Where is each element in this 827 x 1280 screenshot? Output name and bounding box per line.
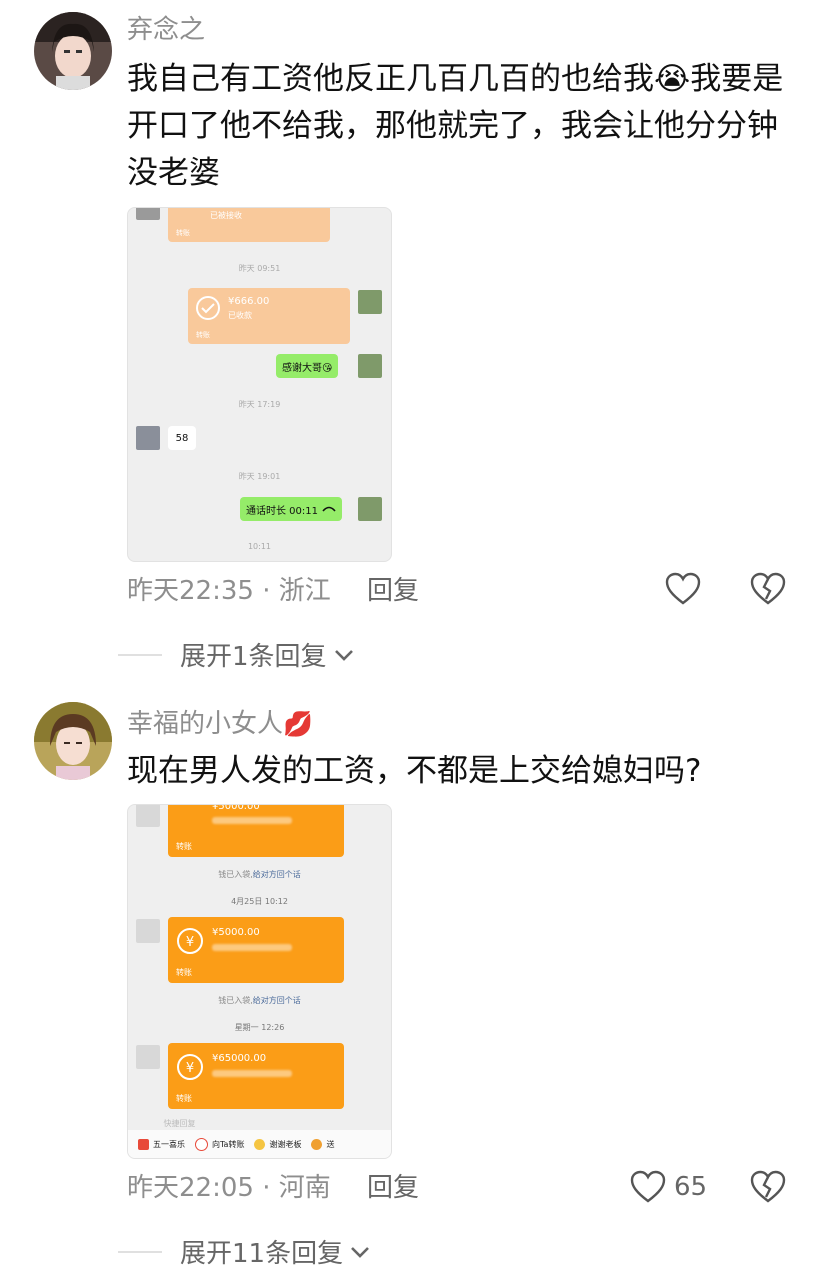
chat-message: 58 xyxy=(168,426,196,450)
comment-meta: 昨天22:35 · 浙江 回复 xyxy=(127,576,420,606)
lips-icon: 💋 xyxy=(283,710,313,738)
dislike-button[interactable] xyxy=(750,1170,786,1204)
chevron-down-icon xyxy=(334,649,353,661)
heart-outline-icon xyxy=(665,572,701,605)
chat-avatar xyxy=(136,805,160,827)
chat-avatar xyxy=(136,208,160,220)
transfer-label: 转账 xyxy=(176,229,190,237)
reply-link[interactable]: 给对方回个话 xyxy=(253,996,301,1005)
like-count: 65 xyxy=(674,1172,708,1202)
quick-chip[interactable]: 五一喜乐 xyxy=(138,1138,185,1150)
transfer-amount: ¥65000.00 xyxy=(212,1053,267,1064)
transfer-status: 已收款 xyxy=(228,311,252,320)
chat-avatar xyxy=(358,354,382,378)
comment-text: 现在男人发的工资，不都是上交给媳妇吗? xyxy=(127,753,702,789)
transfer-label: 转账 xyxy=(176,968,192,977)
chat-message: 感谢大哥😘 xyxy=(276,354,339,378)
divider-line xyxy=(118,1250,162,1253)
chat-screenshot-image[interactable]: 已被接收 转账 昨天 09:51 ¥666.00 已收款 转账 感谢大哥😘 昨天… xyxy=(127,207,392,562)
reply-button[interactable]: 回复 xyxy=(367,576,419,606)
system-notice: 钱已入袋,给对方回个话 xyxy=(218,996,301,1005)
transfer-amount: ¥5000.00 xyxy=(212,927,260,938)
like-button[interactable] xyxy=(665,572,709,606)
dislike-button[interactable] xyxy=(750,572,786,606)
quick-chip[interactable]: 送 xyxy=(311,1138,334,1150)
reply-link[interactable]: 给对方回个话 xyxy=(253,870,301,879)
system-notice: 钱已入袋,给对方回个话 xyxy=(218,870,301,879)
quick-chip[interactable]: 向Ta转账 xyxy=(195,1137,244,1151)
expand-replies-label: 展开11条回复 xyxy=(180,1239,344,1269)
reply-button[interactable]: 回复 xyxy=(367,1173,419,1203)
chat-avatar xyxy=(136,426,160,450)
transfer-amount: ¥5000.00 xyxy=(212,804,260,812)
chat-avatar xyxy=(136,919,160,943)
transfer-amount: ¥666.00 xyxy=(228,296,270,307)
heart-outline-icon xyxy=(630,1170,666,1203)
avatar[interactable] xyxy=(34,702,112,780)
phone-icon xyxy=(322,506,336,512)
transfer-status: 已被接收 xyxy=(210,211,242,220)
divider-line xyxy=(118,653,162,656)
expand-replies-button[interactable]: 展开11条回复 xyxy=(118,1233,371,1270)
transfer-card: ¥666.00 已收款 转账 xyxy=(188,288,350,344)
broken-heart-icon xyxy=(750,1170,786,1203)
blurred-text xyxy=(212,1070,292,1077)
quick-reply-bar: 五一喜乐 向Ta转账 谢谢老板 送 xyxy=(128,1130,391,1158)
expand-replies-label: 展开1条回复 xyxy=(180,642,327,672)
chat-timestamp: 10:11 xyxy=(247,542,272,551)
comment-username[interactable]: 幸福的小女人💋 xyxy=(127,708,313,740)
yuan-icon: ¥ xyxy=(177,928,203,954)
call-duration: 通话时长 00:11 xyxy=(246,505,318,517)
transfer-label: 转账 xyxy=(176,842,192,851)
comment-username[interactable]: 弃念之 xyxy=(127,14,205,46)
comment-time: 昨天22:35 xyxy=(127,576,254,606)
comment-meta: 昨天22:05 · 河南 回复 xyxy=(127,1173,420,1203)
transfer-label: 转账 xyxy=(196,331,210,339)
comment-2: 幸福的小女人💋 现在男人发的工资，不都是上交给媳妇吗? ¥5000.00 转账 … xyxy=(0,680,827,1280)
flower-icon xyxy=(311,1138,323,1150)
comment-1: 弃念之 我自己有工资他反正几百几百的也给我😭我要是开口了他不给我，那他就完了，我… xyxy=(0,0,827,680)
comment-text: 我自己有工资他反正几百几百的也给我😭我要是开口了他不给我，那他就完了，我会让他分… xyxy=(127,61,784,191)
transfer-card: ¥ ¥65000.00 转账 xyxy=(168,1043,344,1109)
smile-icon xyxy=(254,1138,266,1150)
chat-avatar xyxy=(136,1045,160,1069)
quick-reply-hint: 快捷回复 xyxy=(163,1119,196,1128)
svg-text:¥: ¥ xyxy=(186,1061,194,1076)
chat-call-message: 通话时长 00:11 xyxy=(240,497,342,521)
avatar[interactable] xyxy=(34,12,112,90)
gift-icon xyxy=(138,1138,149,1150)
chat-timestamp: 昨天 09:51 xyxy=(238,264,281,273)
comment-location: 浙江 xyxy=(278,576,331,606)
chat-timestamp: 星期一 12:26 xyxy=(234,1023,285,1032)
transfer-label: 转账 xyxy=(176,1094,192,1103)
chat-avatar xyxy=(358,290,382,314)
blurred-text xyxy=(212,817,292,824)
check-icon xyxy=(196,296,220,320)
chat-timestamp: 昨天 19:01 xyxy=(238,472,281,481)
comment-location: 河南 xyxy=(278,1173,331,1203)
comment-time: 昨天22:05 xyxy=(127,1173,254,1203)
chat-avatar xyxy=(358,497,382,521)
chat-screenshot-image[interactable]: ¥5000.00 转账 钱已入袋,给对方回个话 4月25日 10:12 ¥ ¥5… xyxy=(127,804,392,1159)
chat-timestamp: 昨天 17:19 xyxy=(238,400,281,409)
expand-replies-button[interactable]: 展开1条回复 xyxy=(118,636,355,673)
transfer-card: ¥5000.00 转账 xyxy=(168,804,344,857)
transfer-card: ¥ ¥5000.00 转账 xyxy=(168,917,344,983)
transfer-card-top: 已被接收 转账 xyxy=(168,208,330,242)
svg-text:¥: ¥ xyxy=(186,935,194,950)
yuan-icon: ¥ xyxy=(177,1054,203,1080)
username-text: 幸福的小女人 xyxy=(127,709,284,739)
broken-heart-icon xyxy=(750,572,786,605)
quick-chip[interactable]: 谢谢老板 xyxy=(254,1138,301,1150)
chevron-down-icon xyxy=(351,1246,370,1258)
like-button[interactable]: 65 xyxy=(630,1170,707,1204)
chat-timestamp: 4月25日 10:12 xyxy=(231,897,288,906)
blurred-text xyxy=(212,944,292,951)
transfer-icon xyxy=(195,1137,208,1151)
